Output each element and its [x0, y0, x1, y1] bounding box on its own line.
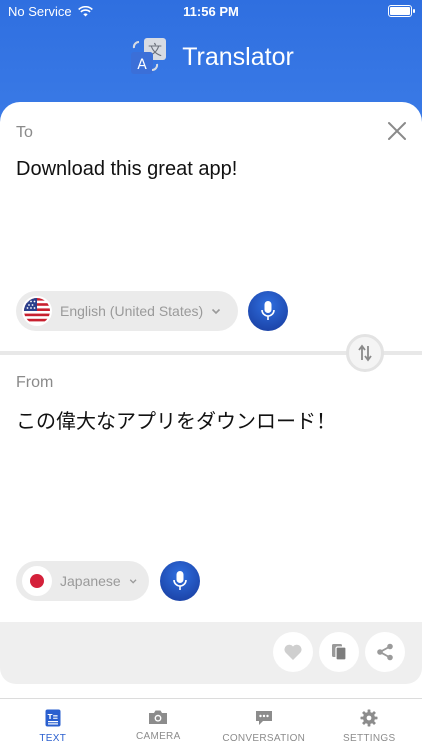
source-label: From	[16, 374, 54, 391]
share-button[interactable]	[365, 632, 405, 672]
share-icon	[377, 643, 393, 661]
app-title: Translator	[182, 42, 294, 71]
tab-conversation[interactable]: CONVERSATION	[211, 699, 317, 750]
tab-text[interactable]: T≡ TEXT	[0, 699, 106, 750]
battery-icon	[388, 5, 415, 17]
favorite-button[interactable]	[273, 632, 313, 672]
tab-camera[interactable]: CAMERA	[106, 699, 212, 750]
tab-settings[interactable]: SETTINGS	[317, 699, 422, 750]
source-language-selector[interactable]: Japanese	[16, 561, 149, 601]
swap-languages-button[interactable]	[346, 334, 384, 372]
chevron-down-icon	[212, 308, 221, 315]
copy-icon	[332, 644, 347, 661]
conversation-icon	[255, 711, 272, 725]
camera-icon	[149, 710, 168, 724]
tab-label: CAMERA	[135, 731, 181, 742]
translation-card: To Download this great app! English (Uni…	[0, 102, 422, 698]
target-mic-button[interactable]	[248, 291, 288, 331]
text-icon: T≡	[45, 709, 61, 727]
swap-icon	[358, 344, 372, 362]
target-label: To	[16, 124, 33, 141]
close-icon[interactable]	[386, 120, 408, 142]
heart-icon	[284, 644, 302, 660]
app-title-bar: 文 A Translator	[0, 36, 422, 78]
clock: 11:56 PM	[183, 4, 239, 19]
copy-button[interactable]	[319, 632, 359, 672]
tab-label: SETTINGS	[343, 733, 396, 744]
microphone-icon	[173, 571, 187, 590]
svg-text:T≡: T≡	[47, 713, 58, 721]
gear-icon	[360, 709, 378, 727]
target-language-name: English (United States)	[60, 303, 204, 319]
microphone-icon	[261, 301, 275, 320]
tab-bar: T≡ TEXT CAMERA CONVERSATION SETTINGS	[0, 698, 422, 750]
actions-bar	[0, 622, 422, 684]
source-mic-button[interactable]	[160, 561, 200, 601]
chevron-down-icon	[129, 579, 137, 584]
source-text[interactable]: この偉大なアプリをダウンロード！	[16, 405, 336, 434]
target-language-selector[interactable]: English (United States)	[16, 291, 238, 331]
target-text[interactable]: Download this great app!	[16, 158, 237, 181]
translator-logo-icon: 文 A	[131, 38, 167, 74]
us-flag-icon	[22, 296, 52, 326]
status-bar: No Service 11:56 PM	[0, 0, 422, 24]
japan-flag-icon	[22, 566, 52, 596]
source-language-name: Japanese	[60, 573, 121, 589]
tab-label: CONVERSATION	[222, 733, 306, 744]
svg-text:A: A	[137, 57, 147, 73]
tab-label: TEXT	[39, 733, 67, 744]
